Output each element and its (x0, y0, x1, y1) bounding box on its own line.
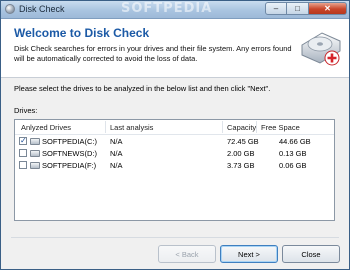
disk-app-icon (5, 4, 15, 14)
close-window-button[interactable]: ✕ (309, 2, 347, 15)
close-icon: ✕ (324, 4, 331, 13)
instruction-text: Please select the drives to be analyzed … (14, 84, 271, 93)
free-space: 0.06 GB (279, 161, 307, 170)
table-row[interactable]: SOFTNEWS(D:) N/A 2.00 GB 0.13 GB (15, 148, 334, 159)
last-analysis: N/A (110, 161, 123, 170)
page-description: Disk Check searches for errors in your d… (14, 44, 292, 63)
column-divider (105, 121, 106, 133)
header-panel: Welcome to Disk Check Disk Check searche… (1, 19, 349, 78)
drive-checkbox[interactable] (19, 161, 27, 169)
free-space: 44.66 GB (279, 137, 311, 146)
column-header-drives[interactable]: Anlyzed Drives (21, 123, 71, 132)
capacity: 3.73 GB (227, 161, 255, 170)
hard-drive-icon (30, 150, 40, 157)
drive-name: SOFTPEDIA(C:) (42, 137, 98, 146)
drive-checkbox[interactable]: ✓ (19, 137, 27, 145)
free-space: 0.13 GB (279, 149, 307, 158)
title-bar[interactable]: Disk Check SOFTPEDIA – □ ✕ (1, 1, 349, 19)
column-divider (222, 121, 223, 133)
hard-drive-icon (30, 138, 40, 145)
next-button[interactable]: Next > (220, 245, 278, 263)
back-button[interactable]: < Back (158, 245, 216, 263)
column-header-last-analysis[interactable]: Last analysis (110, 123, 153, 132)
minimize-button[interactable]: – (265, 2, 287, 15)
window-controls: – □ ✕ (265, 2, 347, 16)
table-row[interactable]: ✓ SOFTPEDIA(C:) N/A 72.45 GB 44.66 GB (15, 136, 334, 147)
close-button[interactable]: Close (282, 245, 340, 263)
footer-divider (11, 237, 339, 238)
column-header-capacity[interactable]: Capacity (227, 123, 256, 132)
column-header-free-space[interactable]: Free Space (261, 123, 300, 132)
hard-drive-icon (30, 162, 40, 169)
drives-label: Drives: (14, 106, 38, 115)
drives-list[interactable]: Anlyzed Drives Last analysis Capacity Fr… (14, 119, 335, 221)
disk-check-window: Disk Check SOFTPEDIA – □ ✕ Welcome to Di… (0, 0, 350, 270)
last-analysis: N/A (110, 149, 123, 158)
drive-checkbox[interactable] (19, 149, 27, 157)
disk-check-logo-icon (301, 32, 341, 66)
page-title: Welcome to Disk Check (14, 26, 150, 40)
capacity: 2.00 GB (227, 149, 255, 158)
capacity: 72.45 GB (227, 137, 259, 146)
drive-name: SOFTPEDIA(F:) (42, 161, 97, 170)
table-row[interactable]: SOFTPEDIA(F:) N/A 3.73 GB 0.06 GB (15, 160, 334, 171)
window-title: Disk Check (19, 4, 65, 14)
list-header: Anlyzed Drives Last analysis Capacity Fr… (15, 120, 334, 135)
drive-name: SOFTNEWS(D:) (42, 149, 97, 158)
last-analysis: N/A (110, 137, 123, 146)
maximize-button[interactable]: □ (287, 2, 309, 15)
maximize-icon: □ (295, 4, 300, 13)
column-divider (256, 121, 257, 133)
watermark: SOFTPEDIA (121, 1, 213, 16)
minimize-icon: – (273, 4, 279, 13)
